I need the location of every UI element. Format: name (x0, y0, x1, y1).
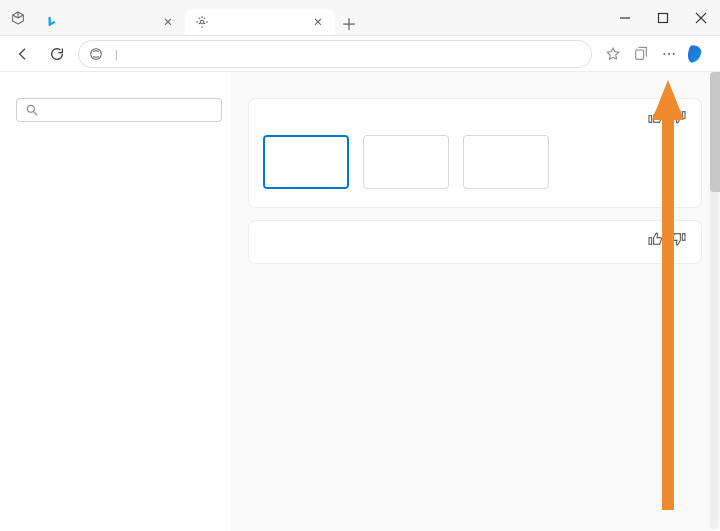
thumbs-down-icon[interactable] (671, 109, 687, 125)
appearance-option-system[interactable] (263, 135, 349, 193)
tab-bing[interactable]: ✕ (35, 9, 185, 35)
thumbs-up-icon[interactable] (647, 231, 663, 247)
minimize-button[interactable] (606, 0, 644, 35)
tab-settings[interactable]: ✕ (185, 9, 335, 35)
more-button[interactable] (656, 41, 682, 67)
back-button[interactable] (10, 41, 36, 67)
overall-options (263, 135, 687, 193)
collections-button[interactable] (628, 41, 654, 67)
overall-appearance-card (248, 98, 702, 208)
browser-toolbar: | (0, 36, 720, 72)
theme-card (248, 220, 702, 264)
favorite-button[interactable] (600, 41, 626, 67)
appearance-option-dark[interactable] (463, 135, 549, 193)
maximize-button[interactable] (644, 0, 682, 35)
settings-sidebar (0, 72, 230, 531)
tab-strip: ✕ ✕ ＋ (35, 0, 606, 35)
vertical-scrollbar[interactable] (710, 72, 718, 529)
window-titlebar: ✕ ✕ ＋ (0, 0, 720, 36)
refresh-button[interactable] (44, 41, 70, 67)
thumbs-up-icon[interactable] (647, 109, 663, 125)
scrollbar-thumb[interactable] (710, 72, 720, 192)
close-icon[interactable]: ✕ (311, 15, 325, 29)
search-icon (25, 103, 39, 117)
settings-main (230, 72, 720, 531)
copilot-button[interactable] (684, 41, 710, 67)
thumbs-down-icon[interactable] (671, 231, 687, 247)
appearance-option-light[interactable] (363, 135, 449, 193)
close-window-button[interactable] (682, 0, 720, 35)
new-tab-button[interactable]: ＋ (335, 11, 363, 35)
address-separator: | (115, 47, 118, 61)
close-icon[interactable]: ✕ (161, 15, 175, 29)
window-controls (606, 0, 720, 35)
workspace-icon[interactable] (0, 0, 35, 35)
settings-search[interactable] (16, 98, 222, 122)
address-bar[interactable]: | (78, 40, 592, 68)
settings-search-input[interactable] (45, 103, 213, 117)
edge-icon (89, 47, 103, 61)
